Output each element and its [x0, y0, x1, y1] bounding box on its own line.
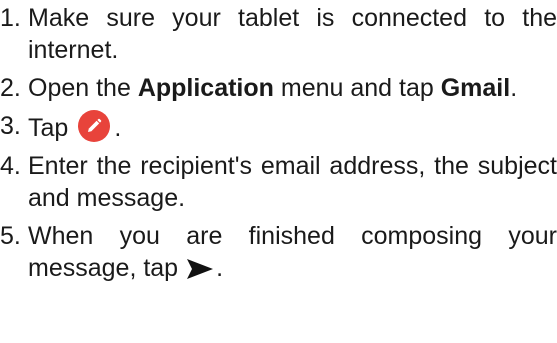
instruction-list: 1. Make sure your tablet is connected to…	[0, 0, 557, 284]
send-arrow-icon	[187, 259, 214, 279]
step-2: 2. Open the Application menu and tap Gma…	[0, 72, 557, 104]
step-4: 4. Enter the recipient's email address, …	[0, 150, 557, 214]
step-text: Make sure your tablet is connected to th…	[28, 4, 557, 64]
step-text-post: .	[114, 114, 122, 142]
step-number: 4.	[0, 152, 21, 180]
step-3: 3. Tap.	[0, 110, 557, 144]
application-menu-label: Application	[137, 74, 274, 102]
step-number: 1.	[0, 4, 21, 32]
step-number: 3.	[0, 112, 21, 140]
step-text-pre: When you are finished composing your mes…	[28, 222, 557, 282]
step-5: 5. When you are finished composing your …	[0, 220, 557, 284]
step-text: Enter the recipient's email address, the…	[28, 152, 557, 212]
step-number: 2.	[0, 74, 21, 102]
step-1: 1. Make sure your tablet is connected to…	[0, 2, 557, 66]
compose-pencil-icon	[78, 110, 111, 142]
step-text-pre: Tap	[28, 114, 69, 142]
gmail-label: Gmail	[440, 74, 511, 102]
step-text-pre: Open the	[28, 74, 138, 102]
step-text-post: .	[216, 254, 224, 282]
step-number: 5.	[0, 222, 21, 250]
step-text-post: .	[510, 74, 518, 102]
step-text-mid: menu and tap	[273, 74, 441, 102]
